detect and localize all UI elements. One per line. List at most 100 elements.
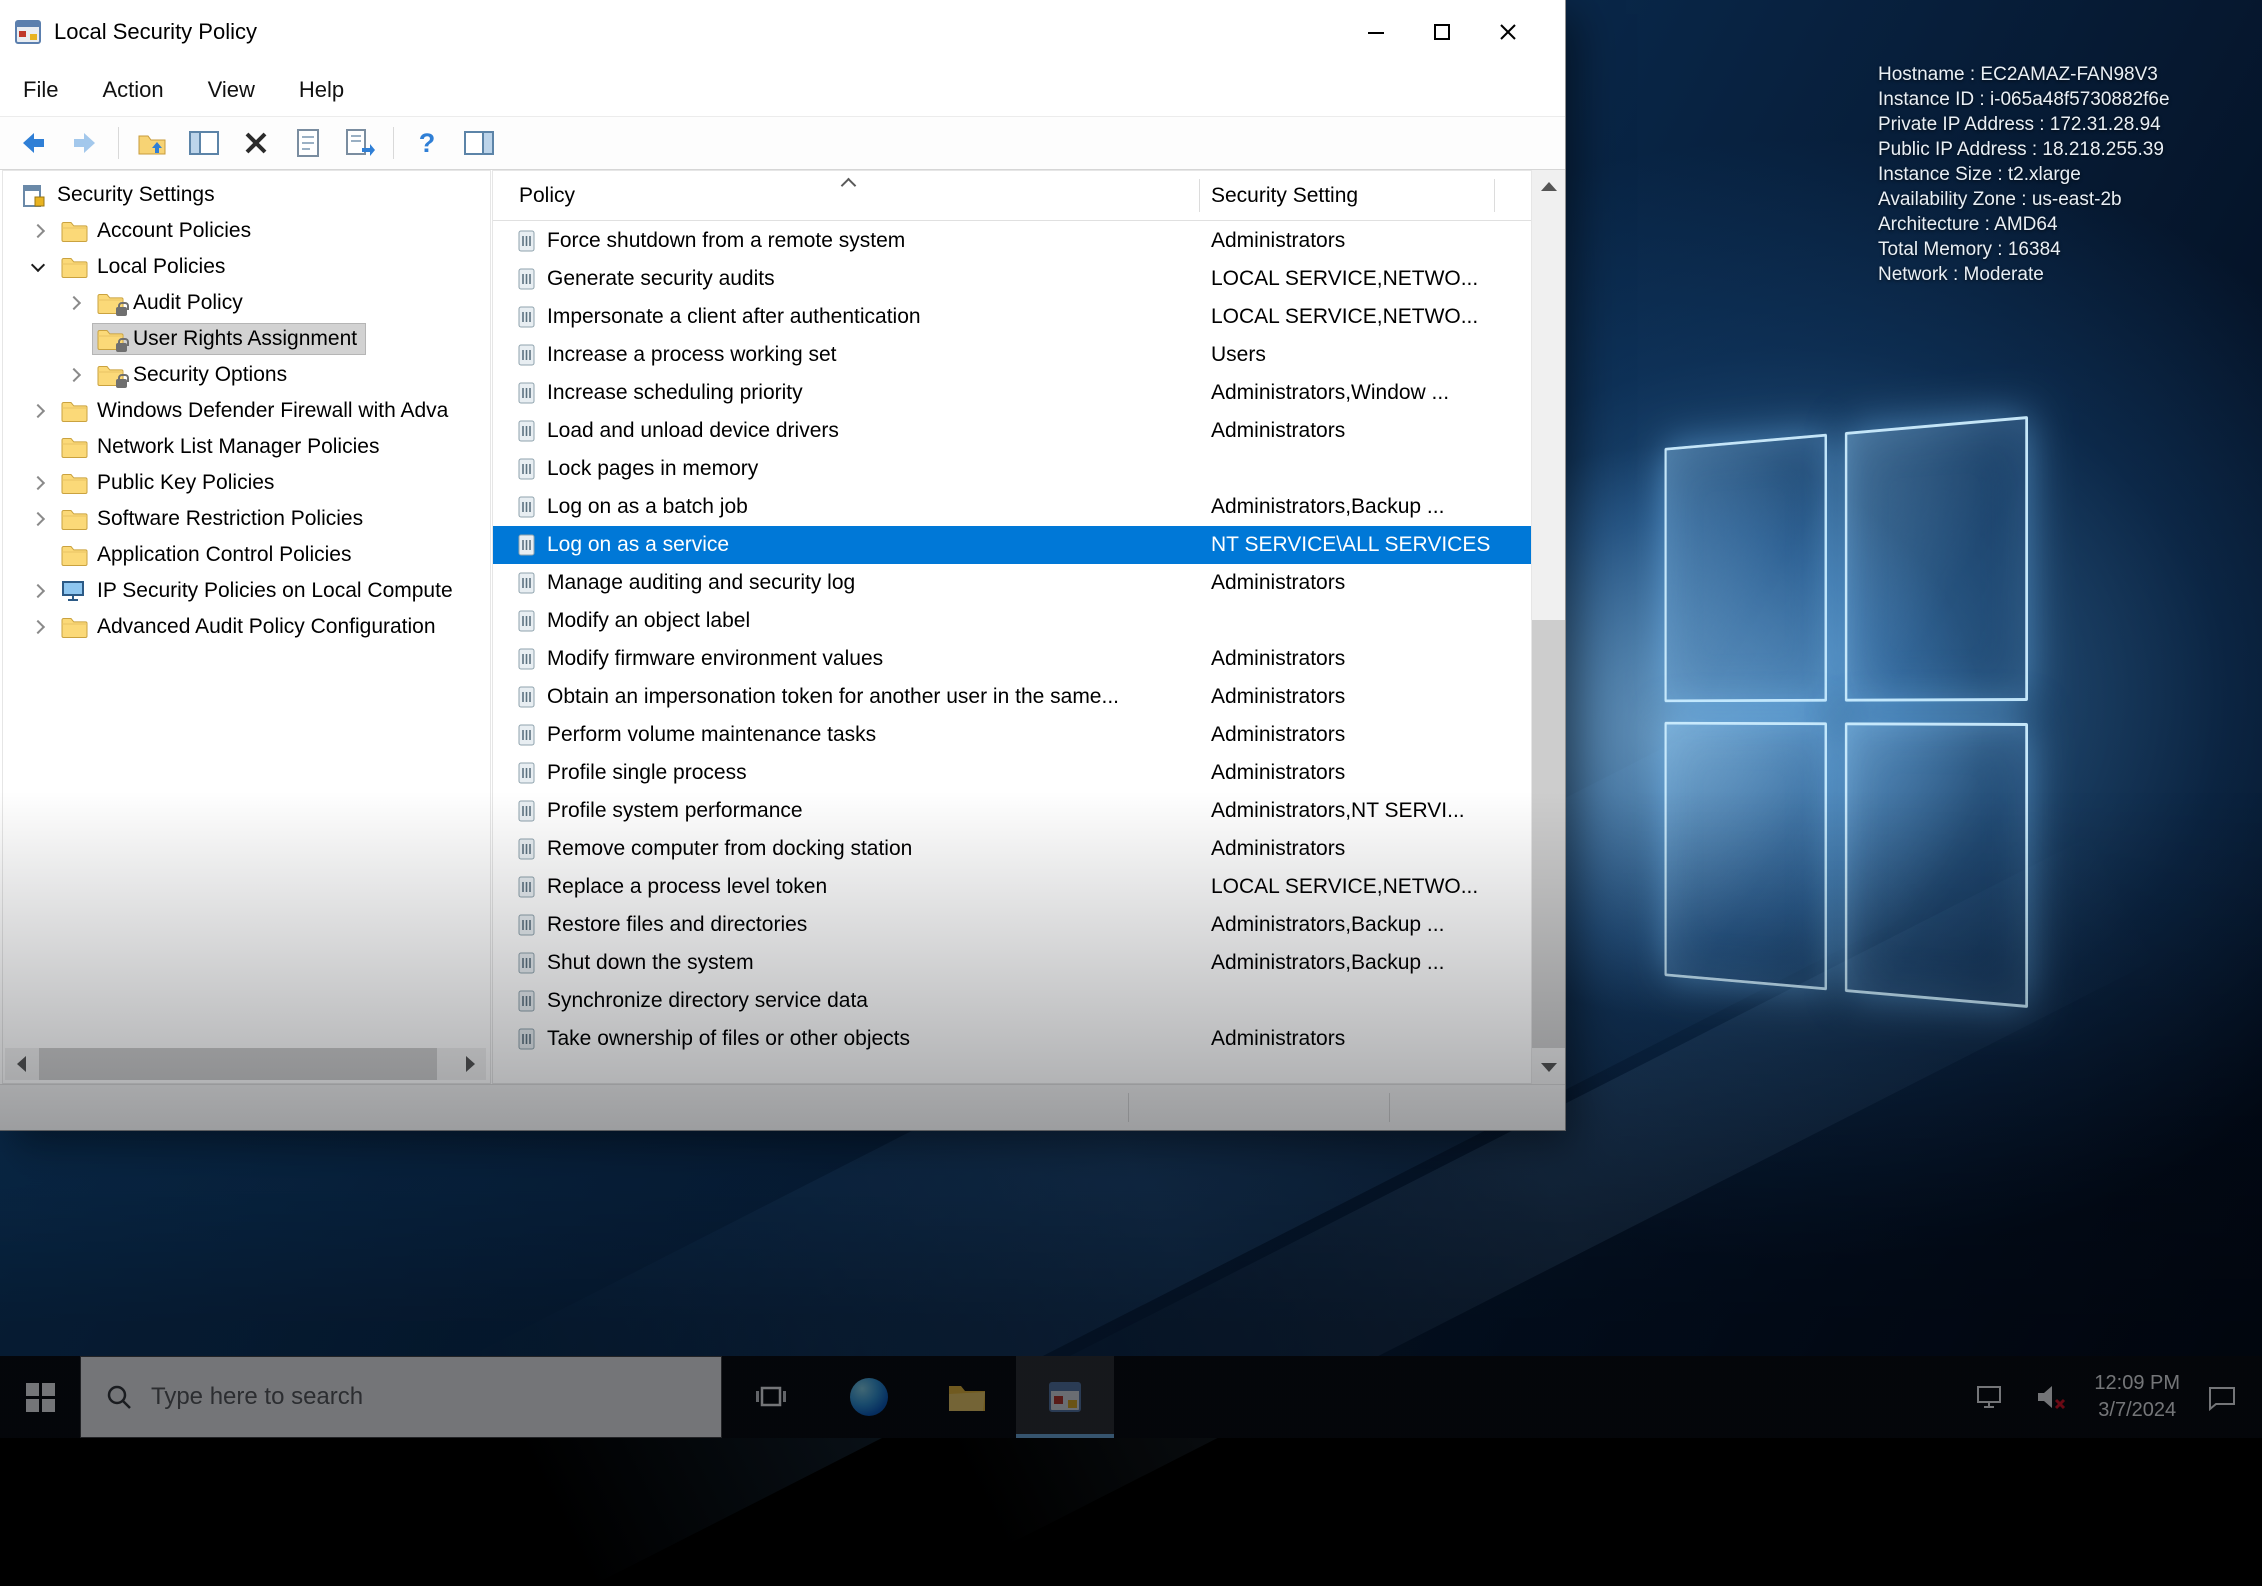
policy-row[interactable]: Obtain an impersonation token for anothe… — [493, 678, 1531, 716]
local-security-policy-taskbar-button[interactable] — [1016, 1356, 1114, 1438]
edge-browser-button[interactable] — [820, 1356, 918, 1438]
tree-item-ip-security-policies-on-local-compute[interactable]: IP Security Policies on Local Compute — [3, 573, 490, 609]
minimize-button[interactable] — [1343, 0, 1409, 64]
tree-expander[interactable] — [23, 406, 57, 416]
policy-row[interactable]: Take ownership of files or other objects… — [493, 1020, 1531, 1058]
scroll-down-arrow[interactable] — [1532, 1051, 1565, 1084]
taskbar-clock[interactable]: 12:09 PM 3/7/2024 — [2094, 1370, 2180, 1424]
column-divider[interactable] — [1199, 179, 1200, 212]
policy-row[interactable]: Synchronize directory service data — [493, 982, 1531, 1020]
search-input[interactable] — [151, 1383, 591, 1411]
policy-name: Shut down the system — [547, 951, 754, 975]
tree-expander[interactable] — [23, 586, 57, 596]
folder-icon — [61, 256, 88, 278]
tree-item-user-rights-assignment[interactable]: User Rights Assignment — [3, 321, 490, 357]
tree-expander[interactable] — [23, 514, 57, 524]
policy-row[interactable]: Profile single process Administrators — [493, 754, 1531, 792]
policy-row[interactable]: Modify an object label — [493, 602, 1531, 640]
policy-row[interactable]: Shut down the system Administrators,Back… — [493, 944, 1531, 982]
forward-icon — [70, 128, 100, 158]
menu-view[interactable]: View — [186, 64, 277, 116]
tree-item-software-restriction-policies[interactable]: Software Restriction Policies — [3, 501, 490, 537]
policy-row[interactable]: Load and unload device drivers Administr… — [493, 412, 1531, 450]
policy-row[interactable]: Modify firmware environment values Admin… — [493, 640, 1531, 678]
tree-expander[interactable] — [59, 334, 93, 344]
search-icon — [105, 1383, 133, 1411]
up-one-level-button[interactable] — [133, 124, 171, 162]
tree-item-audit-policy[interactable]: Audit Policy — [3, 285, 490, 321]
file-explorer-button[interactable] — [918, 1356, 1016, 1438]
tree-item-local-policies[interactable]: Local Policies — [3, 249, 490, 285]
close-button[interactable] — [1475, 0, 1541, 64]
back-button[interactable] — [14, 124, 52, 162]
policy-row[interactable]: Increase a process working set Users — [493, 336, 1531, 374]
tree-expander[interactable] — [23, 478, 57, 488]
scroll-left-arrow[interactable] — [5, 1048, 37, 1080]
tree-expander[interactable] — [23, 265, 57, 270]
scroll-up-arrow[interactable] — [1532, 170, 1565, 203]
tree-expander[interactable] — [23, 622, 57, 632]
scroll-right-arrow[interactable] — [454, 1048, 486, 1080]
folder-icon — [61, 544, 88, 566]
tree-item-windows-defender-firewall-with-adva[interactable]: Windows Defender Firewall with Adva — [3, 393, 490, 429]
start-button[interactable] — [0, 1356, 80, 1438]
taskbar-search[interactable] — [80, 1356, 722, 1438]
windows-logo — [1665, 416, 2028, 1008]
policy-row[interactable]: Replace a process level token LOCAL SERV… — [493, 868, 1531, 906]
delete-button[interactable] — [237, 124, 275, 162]
network-icon[interactable] — [1970, 1383, 2010, 1411]
maximize-button[interactable] — [1409, 0, 1475, 64]
tree-item-account-policies[interactable]: Account Policies — [3, 213, 490, 249]
tree-expander[interactable] — [59, 370, 93, 380]
tree-item-public-key-policies[interactable]: Public Key Policies — [3, 465, 490, 501]
action-center-icon[interactable] — [2202, 1383, 2242, 1411]
folder-icon — [61, 508, 88, 530]
chevron-icon — [67, 368, 81, 382]
policy-row[interactable]: Increase scheduling priority Administrat… — [493, 374, 1531, 412]
tree-item-label: Application Control Policies — [97, 543, 351, 567]
tree-expander[interactable] — [23, 442, 57, 452]
tree-expander[interactable] — [23, 226, 57, 236]
tree-item-security-settings[interactable]: Security Settings — [3, 177, 490, 213]
policy-row[interactable]: Generate security audits LOCAL SERVICE,N… — [493, 260, 1531, 298]
menu-help[interactable]: Help — [277, 64, 366, 116]
menu-action[interactable]: Action — [80, 64, 185, 116]
column-header-security-setting[interactable]: Security Setting — [1199, 184, 1358, 208]
tree-expander[interactable] — [23, 550, 57, 560]
tree-horizontal-scrollbar[interactable] — [5, 1048, 486, 1080]
tree-item-application-control-policies[interactable]: Application Control Policies — [3, 537, 490, 573]
system-info-line: Architecture : AMD64 — [1878, 212, 2248, 237]
properties-button[interactable] — [289, 124, 327, 162]
lock-icon — [116, 307, 127, 316]
tree-item-security-options[interactable]: Security Options — [3, 357, 490, 393]
tree-item-advanced-audit-policy-configuration[interactable]: Advanced Audit Policy Configuration — [3, 609, 490, 645]
policy-row[interactable]: Manage auditing and security log Adminis… — [493, 564, 1531, 602]
policy-name: Impersonate a client after authenticatio… — [547, 305, 921, 329]
policy-row[interactable]: Log on as a service NT SERVICE\ALL SERVI… — [493, 526, 1531, 564]
titlebar[interactable]: Local Security Policy — [0, 0, 1565, 64]
policy-row[interactable]: Profile system performance Administrator… — [493, 792, 1531, 830]
forward-button[interactable] — [66, 124, 104, 162]
policy-setting: LOCAL SERVICE,NETWO... — [1199, 267, 1531, 291]
tree-expander[interactable] — [59, 298, 93, 308]
export-list-button[interactable] — [341, 124, 379, 162]
scrollbar-thumb[interactable] — [1532, 620, 1565, 1048]
policy-row[interactable]: Log on as a batch job Administrators,Bac… — [493, 488, 1531, 526]
help-button[interactable]: ? — [408, 124, 446, 162]
policy-row[interactable]: Force shutdown from a remote system Admi… — [493, 222, 1531, 260]
policy-icon — [517, 761, 537, 786]
show-console-tree-button[interactable] — [185, 124, 223, 162]
scrollbar-thumb[interactable] — [39, 1048, 437, 1080]
tree-item-network-list-manager-policies[interactable]: Network List Manager Policies — [3, 429, 490, 465]
policy-row[interactable]: Impersonate a client after authenticatio… — [493, 298, 1531, 336]
column-divider[interactable] — [1494, 179, 1495, 212]
task-view-button[interactable] — [722, 1356, 820, 1438]
volume-muted-icon[interactable] — [2032, 1383, 2072, 1411]
menu-file[interactable]: File — [0, 64, 80, 116]
policy-row[interactable]: Perform volume maintenance tasks Adminis… — [493, 716, 1531, 754]
list-vertical-scrollbar[interactable] — [1532, 170, 1565, 1084]
policy-row[interactable]: Remove computer from docking station Adm… — [493, 830, 1531, 868]
policy-row[interactable]: Restore files and directories Administra… — [493, 906, 1531, 944]
action-pane-button[interactable] — [460, 124, 498, 162]
policy-row[interactable]: Lock pages in memory — [493, 450, 1531, 488]
